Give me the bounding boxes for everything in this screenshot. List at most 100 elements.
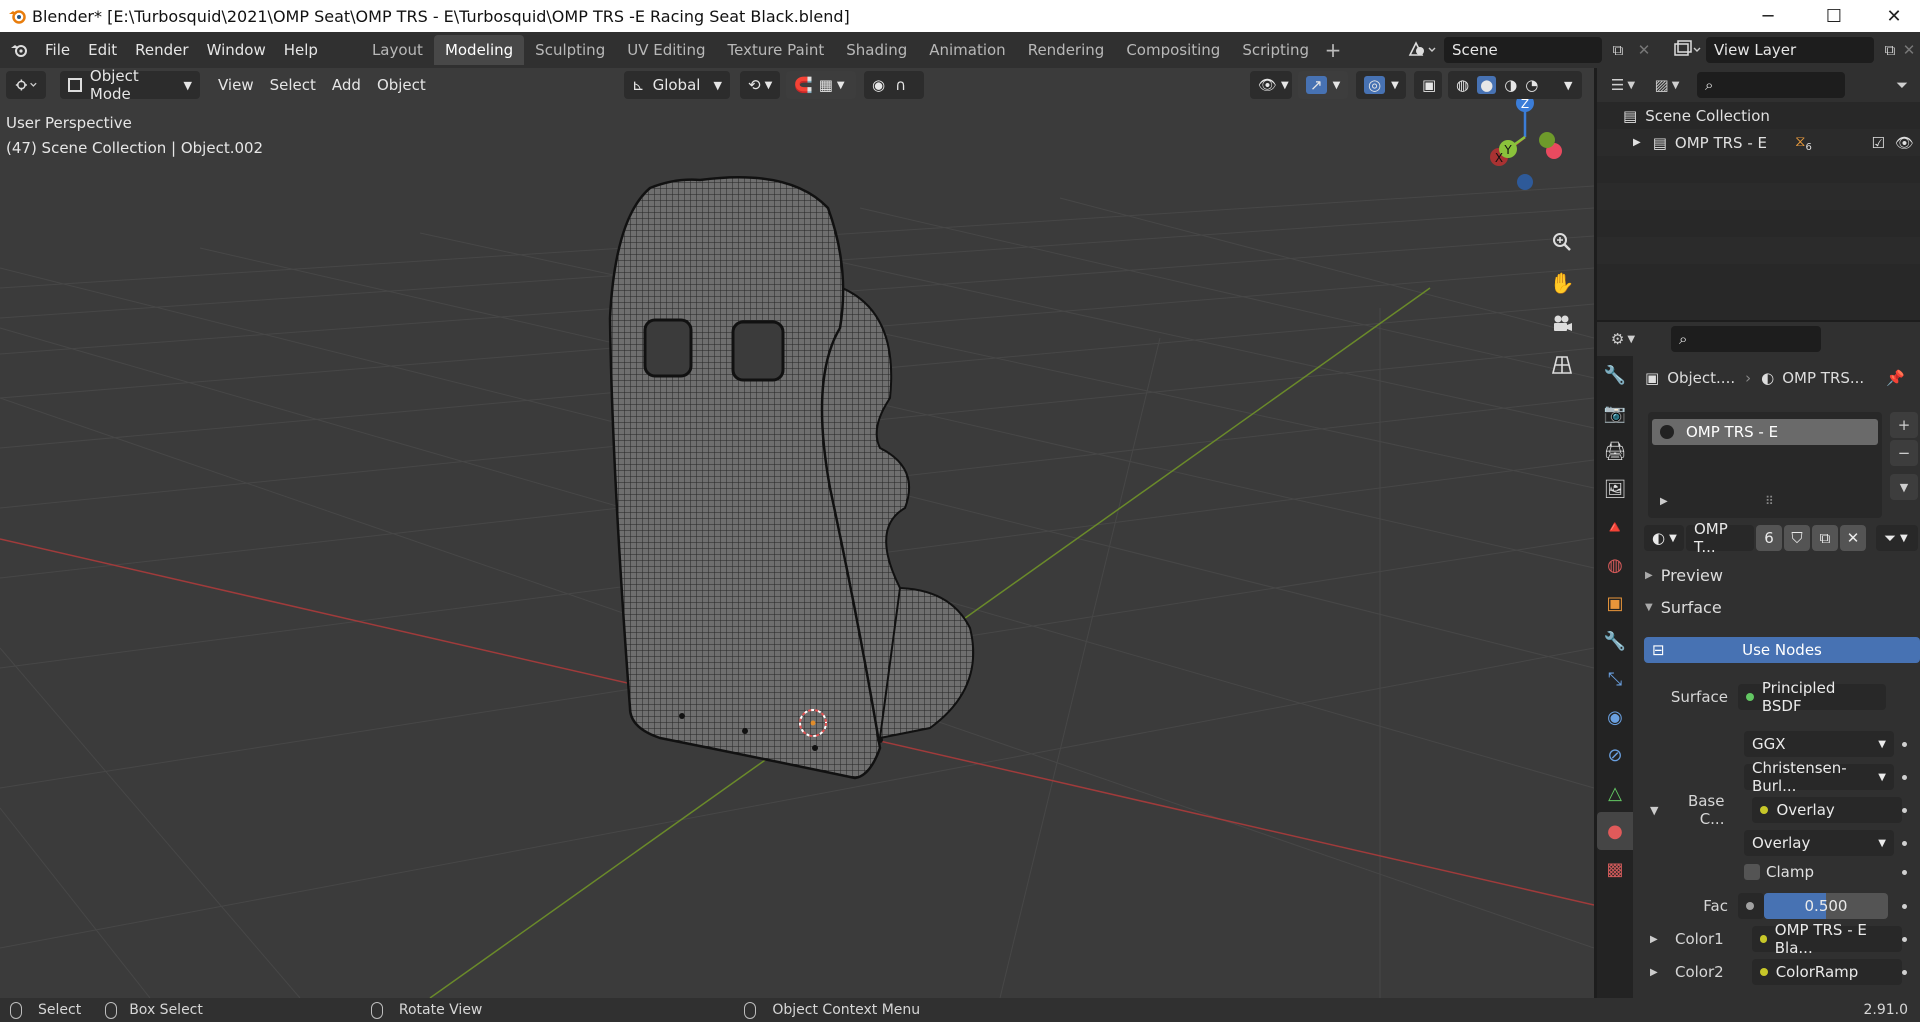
browse-material-icon[interactable]: ◐ ▼ [1644, 525, 1684, 551]
scene-tab-icon[interactable]: 🔺 [1597, 508, 1633, 546]
keyframe-dot[interactable] [1902, 870, 1907, 875]
keyframe-dot[interactable] [1902, 775, 1907, 780]
pivot-point-icon[interactable]: ⟲ ▼ [740, 71, 780, 99]
solid-shading-icon[interactable]: ● [1477, 76, 1497, 94]
transform-orientation-selector[interactable]: ⊾ Global ▼ [624, 71, 730, 99]
rendered-shading-icon[interactable]: ◔ [1525, 76, 1538, 94]
output-tab-icon[interactable]: 🖨 [1597, 432, 1633, 470]
world-tab-icon[interactable]: ◍ [1597, 546, 1633, 584]
blender-menu-icon[interactable] [2, 37, 36, 63]
checkbox-icon[interactable]: ☑ [1872, 134, 1885, 152]
perspective-grid-icon[interactable] [1545, 348, 1579, 382]
menu-help[interactable]: Help [275, 36, 327, 64]
expand-arrow-icon[interactable]: ▶ [1660, 496, 1668, 507]
remove-slot-icon[interactable]: − [1890, 440, 1918, 466]
tab-animation[interactable]: Animation [918, 35, 1016, 65]
distribution-dropdown[interactable]: GGX ▼ [1744, 731, 1894, 757]
modifier-tab-icon[interactable]: 🔧 [1597, 622, 1633, 660]
view-layer-icon[interactable] [1670, 37, 1704, 63]
fake-user-shield-icon[interactable]: ⛉ [1784, 525, 1810, 551]
keyframe-dot[interactable] [1902, 970, 1907, 975]
visibility-icon[interactable]: 👁 ▼ [1250, 71, 1292, 99]
collapsed-arrow-icon[interactable]: ▶ [1650, 967, 1658, 978]
outliner-editor-type-icon[interactable]: ☰ ▼ [1601, 72, 1645, 98]
tab-rendering[interactable]: Rendering [1017, 35, 1116, 65]
pin-icon[interactable]: 📌 [1886, 369, 1905, 387]
expand-arrow-icon[interactable]: ▶ [1633, 137, 1641, 148]
base-color-input-field[interactable]: Overlay [1752, 797, 1903, 823]
material-slot-item[interactable]: OMP TRS - E [1652, 419, 1878, 445]
physics-tab-icon[interactable]: ◉ [1597, 698, 1633, 736]
pan-hand-icon[interactable]: ✋ [1545, 266, 1579, 300]
clamp-checkbox[interactable] [1744, 864, 1760, 880]
tab-uv-editing[interactable]: UV Editing [616, 35, 716, 65]
color1-input-field[interactable]: OMP TRS - E Bla... [1751, 921, 1902, 957]
keyframe-dot[interactable] [1902, 937, 1907, 942]
material-name-field[interactable]: OMP T... [1686, 520, 1754, 556]
menu-window[interactable]: Window [198, 36, 275, 64]
new-scene-icon[interactable]: ⧉ [1604, 37, 1632, 63]
wireframe-shading-icon[interactable]: ◍ [1456, 76, 1469, 94]
filter-icon[interactable]: ⏷ [1888, 72, 1916, 98]
render-tab-icon[interactable]: 📷 [1597, 394, 1633, 432]
constraints-tab-icon[interactable]: ⊘ [1597, 736, 1633, 774]
maximize-button[interactable]: ☐ [1808, 0, 1860, 32]
view-layer-tab-icon[interactable]: 🖼 [1597, 470, 1633, 508]
unlink-material-icon[interactable]: ✕ [1840, 525, 1866, 551]
tab-scripting[interactable]: Scripting [1231, 35, 1320, 65]
surface-panel-header[interactable]: ▼ Surface [1645, 598, 1722, 617]
color2-input-field[interactable]: ColorRamp [1751, 959, 1902, 985]
tab-shading[interactable]: Shading [835, 35, 918, 65]
properties-editor-type-icon[interactable]: ⚙ ▼ [1601, 326, 1645, 352]
3d-viewport[interactable]: User Perspective (47) Scene Collection |… [0, 68, 1594, 998]
overlays-icon[interactable]: ◎ ▼ [1356, 71, 1406, 99]
menu-render[interactable]: Render [126, 36, 197, 64]
tab-sculpting[interactable]: Sculpting [524, 35, 616, 65]
view-layer-field[interactable]: View Layer [1706, 37, 1874, 63]
fac-socket-icon[interactable] [1738, 893, 1764, 919]
viewport-menu-view[interactable]: View [210, 71, 262, 99]
proportional-edit-icon[interactable]: ◉ ∩ [864, 71, 924, 99]
navigation-gizmo[interactable]: Z X Y [1470, 90, 1580, 200]
preview-panel-header[interactable]: ▶ Preview [1645, 566, 1723, 585]
subsurface-method-dropdown[interactable]: Christensen-Burl... ▼ [1744, 759, 1894, 795]
material-tab-icon[interactable]: ● [1597, 812, 1633, 850]
keyframe-dot[interactable] [1902, 841, 1907, 846]
viewport-menu-select[interactable]: Select [262, 71, 324, 99]
mode-selector[interactable]: Object Mode ▼ [60, 67, 200, 103]
remove-scene-icon[interactable]: ✕ [1630, 37, 1658, 63]
properties-search-input[interactable]: ⌕ [1671, 326, 1821, 352]
gizmo-toggle-icon[interactable]: ↗ ▼ [1298, 71, 1348, 99]
editor-type-icon[interactable] [6, 71, 46, 99]
duplicate-material-icon[interactable]: ⧉ [1812, 525, 1838, 551]
particles-tab-icon[interactable]: ⤡ [1597, 660, 1633, 698]
zoom-icon[interactable] [1545, 225, 1579, 259]
menu-file[interactable]: File [36, 36, 79, 64]
keyframe-dot[interactable] [1902, 808, 1907, 813]
scene-collection-row[interactable]: ▤ Scene Collection [1597, 102, 1920, 129]
user-count-badge[interactable]: 6 [1756, 525, 1782, 551]
keyframe-dot[interactable] [1902, 904, 1907, 909]
close-button[interactable]: ✕ [1868, 0, 1920, 32]
texture-tab-icon[interactable]: ▩ [1597, 850, 1633, 888]
collapsed-arrow-icon[interactable]: ▶ [1650, 934, 1658, 945]
collection-row[interactable]: ▶ ▤ OMP TRS - E ⧖6 ☑ 👁 [1597, 129, 1920, 156]
scene-selector-icon[interactable] [1404, 37, 1440, 63]
add-workspace-button[interactable]: + [1320, 37, 1346, 63]
xray-icon[interactable]: ▣ [1414, 71, 1442, 99]
shading-options-chevron-icon[interactable]: ▼ [1556, 71, 1582, 99]
remove-view-layer-icon[interactable]: ✕ [1898, 37, 1920, 63]
tab-compositing[interactable]: Compositing [1115, 35, 1231, 65]
expanded-arrow-icon[interactable]: ▼ [1650, 804, 1658, 817]
tab-modeling[interactable]: Modeling [433, 35, 525, 65]
slot-menu-chevron-icon[interactable]: ▼ [1890, 474, 1918, 500]
surface-shader-field[interactable]: Principled BSDF [1738, 679, 1886, 715]
tab-texture-paint[interactable]: Texture Paint [716, 35, 835, 65]
object-tab-icon[interactable]: ▣ [1597, 584, 1633, 622]
menu-edit[interactable]: Edit [79, 36, 126, 64]
tab-layout[interactable]: Layout [361, 35, 434, 65]
display-mode-icon[interactable]: ▨ ▼ [1645, 72, 1689, 98]
blend-mode-dropdown[interactable]: Overlay ▼ [1744, 830, 1894, 856]
eye-icon[interactable]: 👁 [1895, 134, 1914, 152]
tool-tab-icon[interactable]: 🔧 [1597, 356, 1633, 394]
